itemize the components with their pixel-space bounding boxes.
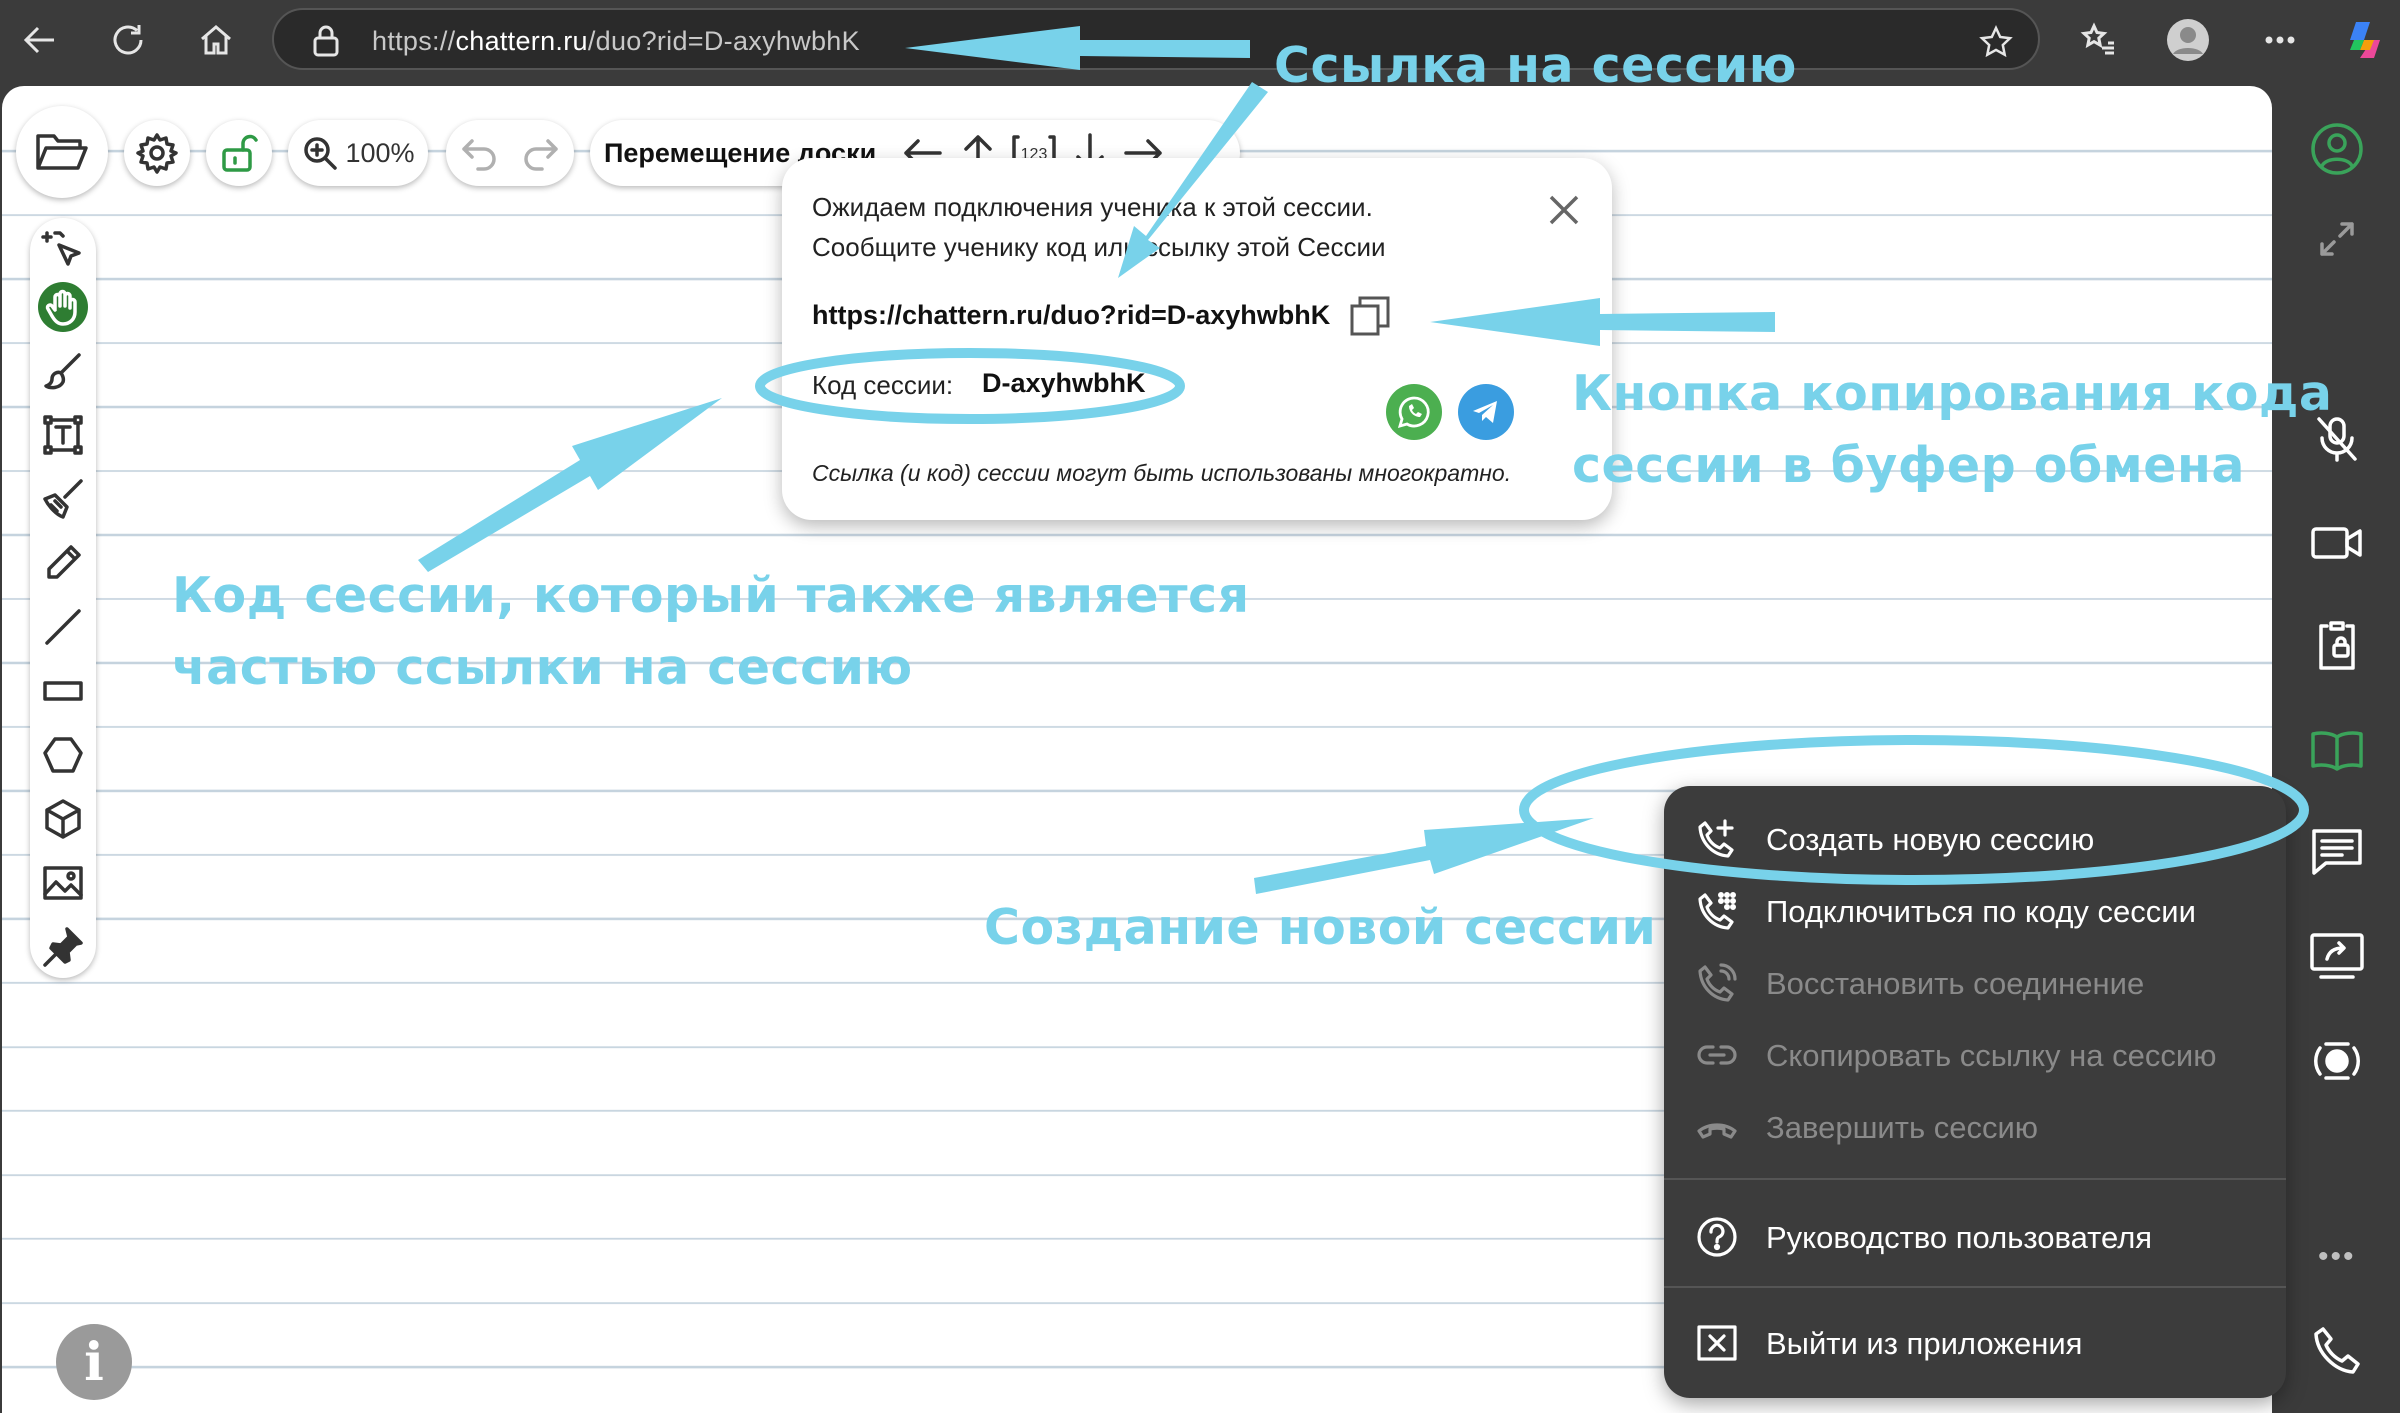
eraser-broom-icon[interactable] — [38, 474, 88, 524]
brush-tool-icon[interactable] — [38, 346, 88, 396]
hand-tool-icon[interactable] — [38, 282, 88, 332]
lock-icon[interactable] — [310, 24, 342, 63]
session-code[interactable]: D-axyhwbhK — [982, 368, 1146, 399]
expand-icon[interactable] — [2306, 208, 2368, 270]
pin-tool-icon[interactable] — [38, 922, 88, 972]
caption-new-session: Создание новой сессии — [984, 899, 1657, 956]
info-button[interactable]: i — [56, 1324, 132, 1400]
undo-redo-group — [446, 120, 574, 186]
caption-session-link: Ссылка на сессию — [1274, 37, 1797, 94]
telegram-icon[interactable] — [1458, 384, 1514, 440]
text-tool-icon[interactable] — [38, 410, 88, 460]
redo-icon[interactable] — [518, 133, 562, 173]
left-tools-panel — [30, 218, 96, 978]
menu-item-label: Руководство пользователя — [1766, 1220, 2153, 1255]
zoom-button[interactable]: 100% — [288, 120, 428, 186]
whatsapp-icon[interactable] — [1386, 384, 1442, 440]
phone-signal-icon — [1694, 960, 1740, 1006]
exit-box-icon — [1694, 1320, 1740, 1366]
rectangle-tool-icon[interactable] — [38, 666, 88, 716]
camera-icon[interactable] — [2306, 512, 2368, 574]
open-folder-button[interactable] — [16, 106, 108, 198]
caption-session-code-line2: частью ссылки на сессию — [172, 639, 913, 696]
image-tool-icon[interactable] — [38, 858, 88, 908]
instruction-message: Сообщите ученику код или ссылку этой Сес… — [812, 232, 1386, 262]
hang-up-icon — [1694, 1104, 1740, 1150]
pencil-tool-icon[interactable] — [38, 538, 88, 588]
back-icon[interactable] — [12, 12, 68, 68]
menu-item-label: Подключиться по коду сессии — [1766, 894, 2196, 929]
menu-item-label: Скопировать ссылку на сессию — [1766, 1038, 2217, 1073]
phone-dialpad-icon — [1694, 888, 1740, 934]
browser-toolbar: https://chattern.ru/duo?rid=D-axyhwbhK — [0, 0, 2400, 80]
more-options-icon[interactable]: ••• — [2318, 1240, 2356, 1274]
reload-icon[interactable] — [100, 12, 156, 68]
menu-item-label: Создать новую сессию — [1766, 822, 2095, 857]
menu-divider — [1664, 1286, 2286, 1288]
phone-icon[interactable] — [2306, 1320, 2368, 1382]
undo-icon[interactable] — [458, 133, 502, 173]
select-tool-icon[interactable] — [38, 224, 88, 274]
menu-item-copy-link[interactable]: Скопировать ссылку на сессию — [1664, 1022, 2286, 1086]
chat-icon[interactable] — [2306, 820, 2368, 882]
session-link[interactable]: https://chattern.ru/duo?rid=D-axyhwbhK — [812, 300, 1330, 331]
zoom-in-icon — [304, 137, 338, 170]
profile-avatar-icon[interactable] — [2160, 12, 2216, 68]
help-icon — [1694, 1214, 1740, 1260]
record-icon[interactable] — [2306, 1030, 2368, 1092]
menu-item-exit-app[interactable]: Выйти из приложения — [1664, 1310, 2286, 1374]
phone-add-icon — [1694, 816, 1740, 862]
favorite-star-icon[interactable] — [1978, 24, 2014, 65]
copilot-icon[interactable] — [2336, 12, 2392, 68]
lock-toggle-button[interactable] — [206, 120, 272, 186]
menu-item-create-session[interactable]: Создать новую сессию — [1664, 806, 2286, 870]
gear-icon — [136, 133, 178, 174]
folder-open-icon — [36, 134, 88, 170]
clipboard-lock-icon[interactable] — [2306, 614, 2368, 676]
menu-item-user-guide[interactable]: Руководство пользователя — [1664, 1204, 2286, 1268]
session-code-label: Код сессии: — [812, 370, 954, 400]
link-icon — [1694, 1032, 1740, 1078]
book-icon[interactable] — [2306, 720, 2368, 782]
settings-button[interactable] — [124, 120, 190, 186]
reuse-note: Ссылка (и код) сессии могут быть использ… — [812, 460, 1512, 486]
menu-item-label: Завершить сессию — [1766, 1110, 2039, 1145]
url-text[interactable]: https://chattern.ru/duo?rid=D-axyhwbhK — [372, 26, 860, 57]
menu-item-label: Восстановить соединение — [1766, 966, 2145, 1001]
copy-icon[interactable] — [1348, 294, 1392, 343]
caption-session-code-line1: Код сессии, который также является — [172, 567, 1250, 624]
caption-copy-button-line2: сессии в буфер обмена — [1572, 437, 2245, 494]
unlocked-icon — [222, 134, 258, 172]
session-waiting-popup: Ожидаем подключения ученика к этой сесси… — [782, 158, 1612, 520]
menu-item-label: Выйти из приложения — [1766, 1326, 2083, 1361]
menu-item-end-session[interactable]: Завершить сессию — [1664, 1094, 2286, 1158]
polygon-tool-icon[interactable] — [38, 730, 88, 780]
line-tool-icon[interactable] — [38, 602, 88, 652]
menu-item-restore-connection[interactable]: Восстановить соединение — [1664, 950, 2286, 1014]
menu-item-join-by-code[interactable]: Подключиться по коду сессии — [1664, 878, 2286, 942]
close-icon[interactable] — [1546, 192, 1582, 233]
user-profile-icon[interactable] — [2306, 118, 2368, 180]
home-icon[interactable] — [188, 12, 244, 68]
favorites-icon[interactable] — [2070, 12, 2126, 68]
screen-share-icon[interactable] — [2306, 924, 2368, 986]
more-icon[interactable] — [2252, 12, 2308, 68]
menu-divider — [1664, 1178, 2286, 1180]
zoom-level: 100% — [345, 137, 415, 168]
waiting-message: Ожидаем подключения ученика к этой сесси… — [812, 192, 1373, 222]
session-menu: Создать новую сессию Подключиться по код… — [1664, 786, 2286, 1398]
caption-copy-button-line1: Кнопка копирования кода — [1572, 365, 2333, 422]
cube-tool-icon[interactable] — [38, 794, 88, 844]
